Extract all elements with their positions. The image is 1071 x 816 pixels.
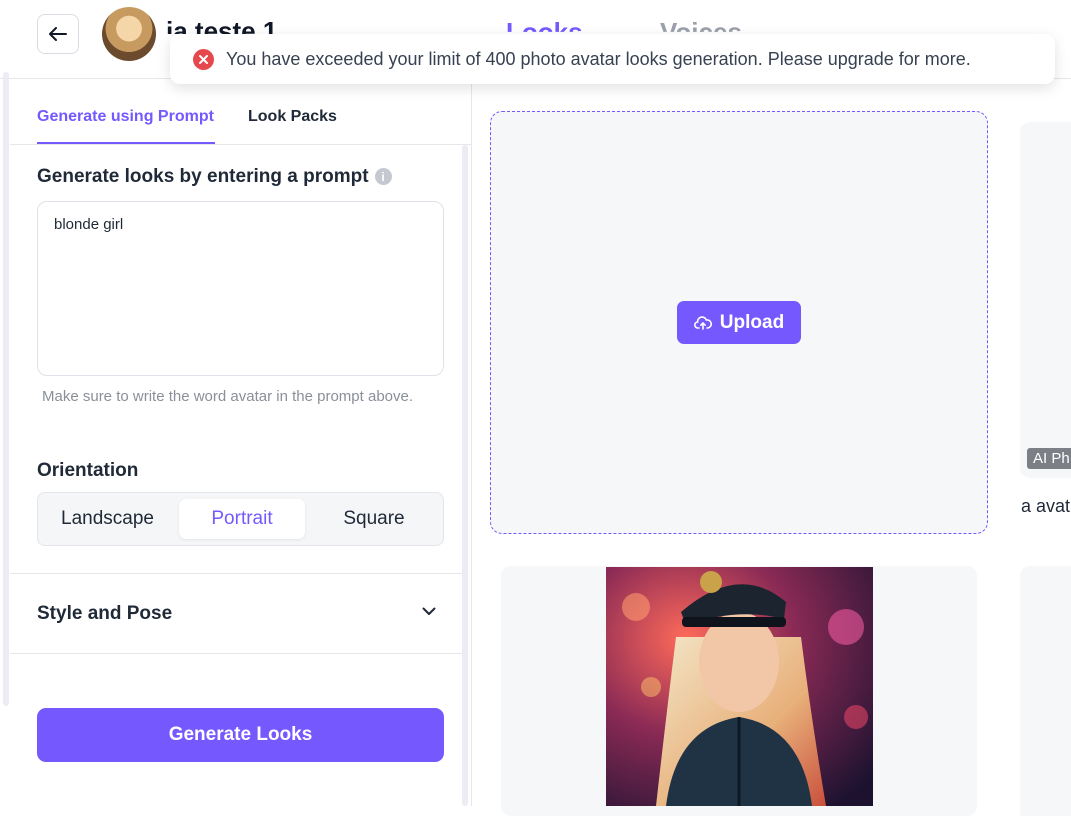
upload-button[interactable]: Upload	[677, 301, 801, 344]
ai-photo-badge: AI Ph	[1027, 448, 1071, 469]
left-panel: Generate using Prompt Look Packs Generat…	[10, 79, 472, 806]
look-card[interactable]	[1020, 566, 1071, 816]
look-photo[interactable]	[606, 567, 873, 806]
panel-scrollbar[interactable]	[462, 145, 468, 806]
prompt-section-title: Generate looks by entering a prompt i	[37, 166, 392, 188]
toast-message: You have exceeded your limit of 400 phot…	[226, 48, 971, 69]
avatar	[102, 7, 156, 61]
upload-label: Upload	[719, 311, 785, 333]
active-tab-underline	[37, 142, 215, 144]
style-and-pose-title: Style and Pose	[37, 603, 173, 624]
orientation-square[interactable]: Square	[311, 499, 437, 539]
divider	[10, 653, 462, 654]
info-icon[interactable]: i	[374, 168, 392, 186]
orientation-portrait[interactable]: Portrait	[179, 499, 305, 539]
panel-tabs: Generate using Prompt Look Packs	[10, 79, 471, 145]
cloud-upload-icon	[693, 315, 712, 330]
look-card[interactable]	[1020, 122, 1071, 478]
page-scrollbar[interactable]	[3, 72, 9, 706]
arrow-left-icon	[49, 27, 67, 41]
look-card-caption: a avat	[1021, 496, 1071, 516]
prompt-hint: Make sure to write the word avatar in th…	[42, 388, 414, 405]
error-icon	[193, 48, 214, 70]
look-image	[606, 567, 873, 806]
orientation-landscape[interactable]: Landscape	[44, 499, 171, 539]
prompt-section-label: Generate looks by entering a prompt	[37, 166, 369, 187]
orientation-selector: Landscape Portrait Square	[37, 492, 444, 546]
orientation-title: Orientation	[37, 460, 139, 481]
chevron-down-icon	[422, 607, 436, 615]
back-button[interactable]	[37, 14, 79, 54]
tab-generate-using-prompt[interactable]: Generate using Prompt	[37, 108, 214, 126]
tab-look-packs[interactable]: Look Packs	[248, 108, 337, 126]
prompt-textarea[interactable]: blonde girl	[37, 201, 444, 376]
generate-looks-button[interactable]: Generate Looks	[37, 708, 444, 762]
error-toast: You have exceeded your limit of 400 phot…	[170, 34, 1055, 84]
